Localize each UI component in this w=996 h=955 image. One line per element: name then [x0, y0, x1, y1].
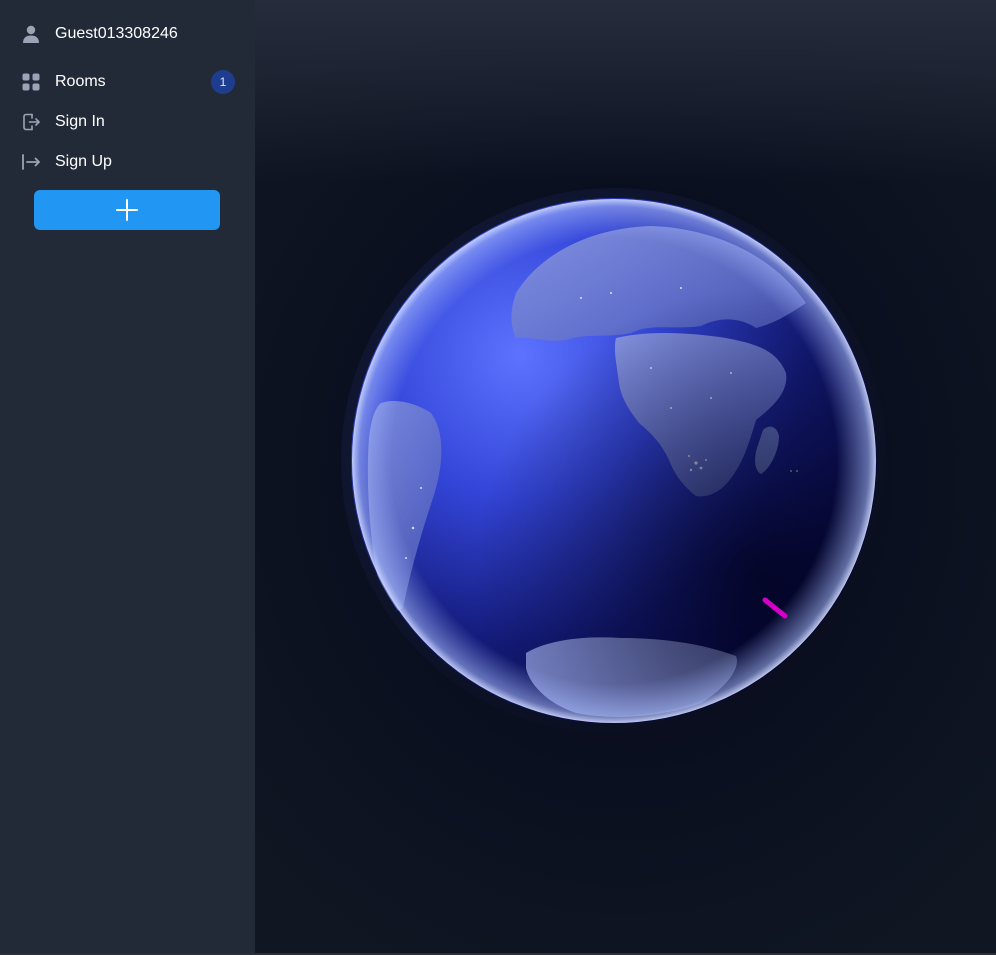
sidebar-item-label: Rooms	[55, 73, 106, 90]
sidebar-item-rooms[interactable]: Rooms 1	[0, 64, 255, 100]
sidebar-item-label: Sign In	[55, 113, 105, 130]
add-room-button[interactable]	[34, 190, 220, 230]
globe-viewport[interactable]	[255, 0, 996, 953]
globe-graphic	[351, 198, 877, 724]
sidebar: Guest013308246 Rooms 1 Sign In Sign Up	[0, 0, 255, 953]
plus-icon	[115, 198, 139, 222]
sign-in-icon	[21, 112, 41, 132]
username-label: Guest013308246	[55, 25, 178, 42]
app-window: Guest013308246 Rooms 1 Sign In Sign Up	[0, 0, 996, 955]
sign-up-icon	[21, 152, 41, 172]
sidebar-item-sign-in[interactable]: Sign In	[0, 104, 255, 140]
sidebar-item-label: Sign Up	[55, 153, 112, 170]
earth-globe[interactable]	[341, 188, 887, 734]
user-icon	[21, 24, 41, 44]
sidebar-item-sign-up[interactable]: Sign Up	[0, 144, 255, 180]
user-profile[interactable]: Guest013308246	[0, 16, 255, 52]
rooms-count-badge: 1	[211, 70, 235, 94]
grid-icon	[21, 72, 41, 92]
